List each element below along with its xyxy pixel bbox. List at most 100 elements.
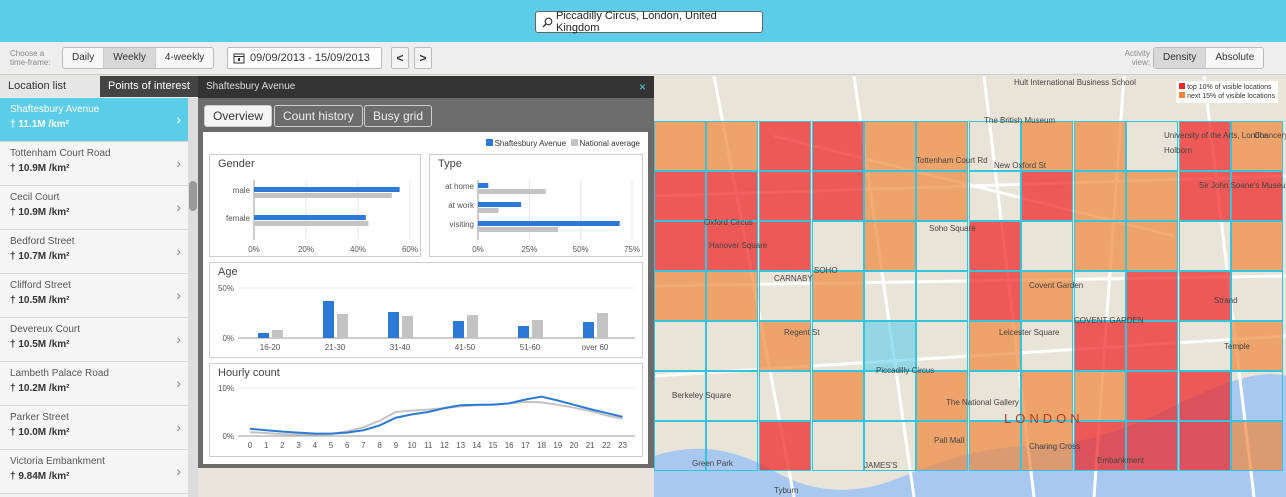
density-cell[interactable] — [654, 171, 706, 221]
density-cell[interactable] — [1126, 271, 1178, 321]
density-cell[interactable] — [1231, 371, 1283, 421]
density-cell[interactable] — [916, 421, 968, 471]
density-cell[interactable] — [706, 321, 758, 371]
density-cell[interactable] — [916, 271, 968, 321]
search-input[interactable]: Piccadilly Circus, London, United Kingdo… — [535, 10, 763, 34]
density-cell[interactable] — [1179, 221, 1231, 271]
density-cell[interactable] — [916, 321, 968, 371]
density-cell[interactable] — [1021, 221, 1073, 271]
density-cell[interactable] — [812, 171, 864, 221]
density-cell[interactable] — [654, 121, 706, 171]
density-cell[interactable] — [1231, 171, 1283, 221]
tab-count-history[interactable]: Count history — [274, 105, 363, 127]
density-cell[interactable] — [706, 271, 758, 321]
location-list-item[interactable]: Shaftesbury Avenue † 11.1M /km² › — [0, 98, 188, 142]
density-cell[interactable] — [864, 321, 916, 371]
location-density: † 10.7M /km² — [10, 251, 178, 262]
map-label: Sir John Soane's Museum — [1199, 181, 1286, 190]
person-icon: † — [10, 207, 16, 218]
density-cell[interactable] — [654, 321, 706, 371]
previous-week-button[interactable]: < — [391, 47, 409, 69]
tab-overview[interactable]: Overview — [204, 105, 273, 127]
location-list-item[interactable]: Clifford Street † 10.5M /km² › — [0, 274, 188, 318]
map-legend-next15: next 15% of visible locations — [1179, 92, 1275, 101]
bar-series — [254, 187, 400, 192]
date-range-value: 09/09/2013 - 15/09/2013 — [250, 52, 370, 64]
gender-chart: Gender 0% 20% 40% 60% male female — [209, 154, 421, 257]
scrollbar-thumb[interactable] — [189, 181, 197, 211]
view-absolute-button[interactable]: Absolute — [1206, 48, 1263, 68]
legend-series: Shaftesbury Avenue — [494, 139, 567, 148]
location-list-item[interactable]: Victoria Embankment † 9.84M /km² › — [0, 450, 188, 494]
density-cell[interactable] — [654, 221, 706, 271]
density-cell[interactable] — [812, 421, 864, 471]
density-cell[interactable] — [1074, 271, 1126, 321]
date-range-picker[interactable]: 09/09/2013 - 15/09/2013 — [227, 47, 382, 69]
next-week-button[interactable]: > — [414, 47, 432, 69]
view-density-button[interactable]: Density — [1154, 48, 1207, 68]
location-name: Cecil Court — [10, 192, 60, 203]
location-list-item[interactable]: Tottenham Court Road † 10.9M /km² › — [0, 142, 188, 186]
timeframe-4weekly-button[interactable]: 4-weekly — [156, 48, 213, 68]
density-cell[interactable] — [759, 371, 811, 421]
density-cell[interactable] — [1179, 371, 1231, 421]
map-view[interactable]: Hult International Business School The Br… — [654, 76, 1286, 497]
density-cell[interactable] — [1179, 171, 1231, 221]
density-cell[interactable] — [1021, 171, 1073, 221]
density-cell[interactable] — [1021, 271, 1073, 321]
density-cell[interactable] — [1074, 171, 1126, 221]
timeframe-daily-button[interactable]: Daily — [63, 48, 105, 68]
x-tick-label: 23 — [618, 441, 627, 450]
density-cell[interactable] — [1231, 221, 1283, 271]
density-cell[interactable] — [812, 221, 864, 271]
density-cell[interactable] — [969, 271, 1021, 321]
location-list-item[interactable]: Bedford Street † 10.7M /km² › — [0, 230, 188, 274]
density-cell[interactable] — [864, 271, 916, 321]
density-cell[interactable] — [812, 271, 864, 321]
location-list-item[interactable]: Cecil Court † 10.9M /km² › — [0, 186, 188, 230]
density-cell[interactable] — [759, 421, 811, 471]
density-cell[interactable] — [969, 221, 1021, 271]
tab-points-of-interest[interactable]: Points of interest — [100, 76, 198, 97]
density-cell[interactable] — [1231, 271, 1283, 321]
density-cell[interactable] — [812, 371, 864, 421]
density-cell[interactable] — [864, 371, 916, 421]
density-cell[interactable] — [759, 171, 811, 221]
density-cell[interactable] — [1179, 421, 1231, 471]
density-cell[interactable] — [1126, 171, 1178, 221]
density-cell[interactable] — [1126, 371, 1178, 421]
timeframe-weekly-button[interactable]: Weekly — [104, 48, 156, 68]
y-tick-label: 10% — [218, 384, 234, 393]
tab-location-list[interactable]: Location list — [0, 76, 100, 97]
density-cell[interactable] — [1074, 121, 1126, 171]
density-cell[interactable] — [864, 221, 916, 271]
sidebar-scrollbar[interactable] — [188, 98, 198, 497]
density-cell[interactable] — [969, 171, 1021, 221]
density-cell[interactable] — [706, 121, 758, 171]
close-icon[interactable]: × — [639, 76, 646, 98]
density-cell[interactable] — [916, 371, 968, 421]
location-density: † 10.0M /km² — [10, 427, 178, 438]
toolbar: Choose a time-frame: Daily Weekly 4-week… — [0, 42, 1286, 75]
density-cell[interactable] — [864, 171, 916, 221]
density-cell[interactable] — [812, 121, 864, 171]
location-list-item[interactable]: Parker Street † 10.0M /km² › — [0, 406, 188, 450]
density-cell[interactable] — [759, 121, 811, 171]
density-cell[interactable] — [969, 421, 1021, 471]
density-cell[interactable] — [1231, 421, 1283, 471]
density-cell[interactable] — [1126, 321, 1178, 371]
density-cell[interactable] — [1126, 221, 1178, 271]
density-cell[interactable] — [1074, 321, 1126, 371]
density-cell[interactable] — [654, 271, 706, 321]
location-list-item[interactable]: Lambeth Palace Road † 10.2M /km² › — [0, 362, 188, 406]
density-cell[interactable] — [1231, 121, 1283, 171]
density-cell[interactable] — [916, 171, 968, 221]
density-cell[interactable] — [706, 171, 758, 221]
density-cell[interactable] — [1074, 221, 1126, 271]
location-density: † 10.2M /km² — [10, 383, 178, 394]
density-cell[interactable] — [864, 121, 916, 171]
tab-busy-grid[interactable]: Busy grid — [364, 105, 433, 127]
location-detail-panel: Shaftesbury Avenue × Overview Count hist… — [198, 76, 654, 468]
search-value: Piccadilly Circus, London, United Kingdo… — [556, 10, 717, 34]
location-list-item[interactable]: Devereux Court † 10.5M /km² › — [0, 318, 188, 362]
